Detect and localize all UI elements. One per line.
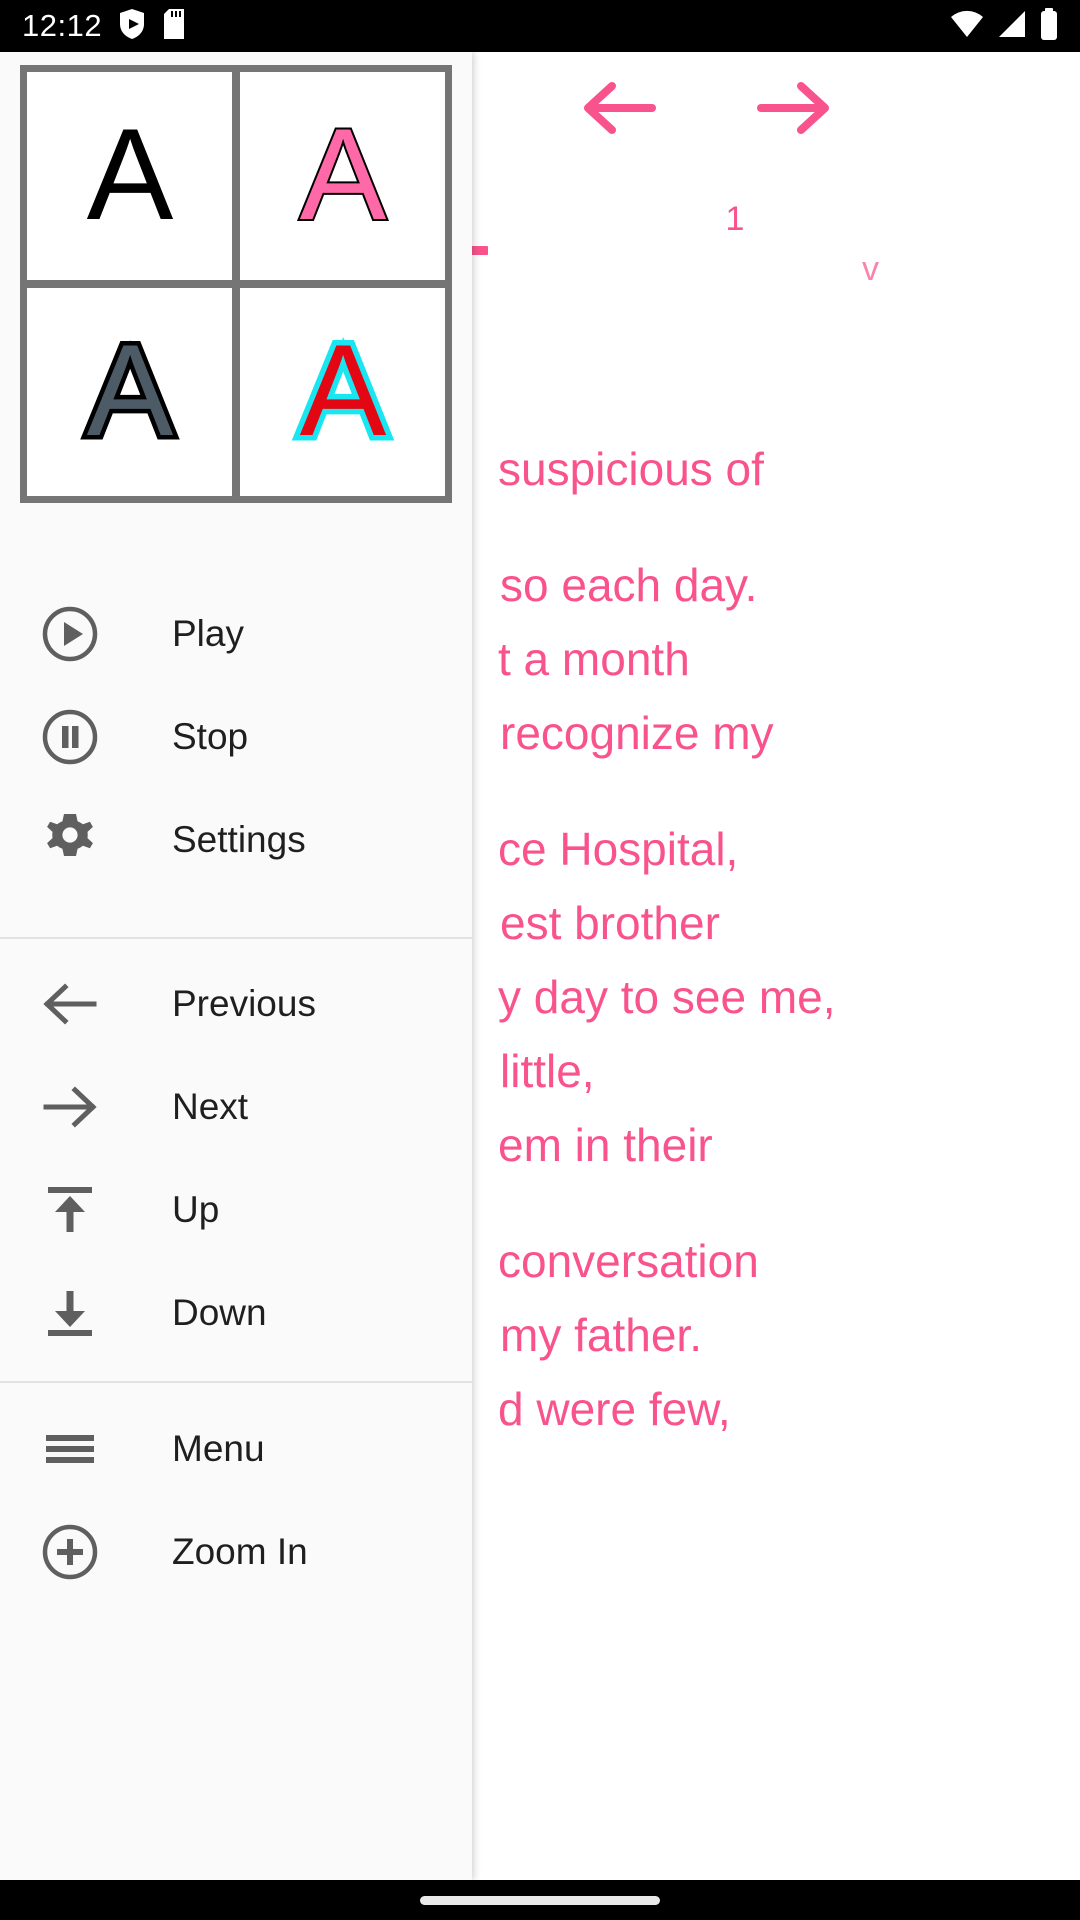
menu-item-label: Menu — [172, 1427, 265, 1469]
play-circle-icon — [38, 602, 102, 666]
reader-prev-page-button[interactable] — [580, 78, 658, 138]
arrow-down-to-bar-icon — [38, 1281, 102, 1345]
menu-item-stop[interactable]: Stop — [0, 685, 472, 788]
menu-item-label: Down — [172, 1291, 267, 1333]
menu-item-down[interactable]: Down — [0, 1261, 472, 1364]
menu-item-label: Zoom In — [172, 1530, 308, 1572]
menu-item-up[interactable]: Up — [0, 1158, 472, 1261]
wifi-icon — [950, 10, 984, 43]
pause-circle-icon — [38, 705, 102, 769]
arrow-up-to-bar-icon — [38, 1178, 102, 1242]
drawer-divider — [0, 937, 472, 939]
menu-item-settings[interactable]: Settings — [0, 788, 472, 891]
style-swatch-pink-outline[interactable]: A — [240, 72, 445, 280]
reader-page-number: 1 — [725, 200, 745, 238]
menu-item-label: Stop — [172, 715, 249, 757]
status-bar-right — [950, 7, 1058, 45]
arrow-left-icon — [38, 972, 102, 1036]
status-bar: 12:12 — [0, 0, 1080, 52]
menu-item-label: Next — [172, 1085, 249, 1127]
hamburger-menu-icon — [38, 1417, 102, 1481]
battery-icon — [1040, 7, 1058, 45]
menu-item-zoom-in[interactable]: Zoom In — [0, 1500, 472, 1603]
system-navigation-bar — [0, 1880, 1080, 1920]
style-swatch-red-cyan-outline[interactable]: A — [240, 288, 445, 496]
plus-circle-icon — [38, 1520, 102, 1584]
gear-icon — [38, 808, 102, 872]
side-drawer: A A A A Play Stop Settings Previous Next… — [0, 52, 472, 1880]
menu-item-label: Up — [172, 1188, 220, 1230]
sd-card-icon — [162, 8, 186, 45]
status-bar-clock: 12:12 — [22, 8, 103, 43]
menu-item-play[interactable]: Play — [0, 582, 472, 685]
play-protect-shield-icon — [118, 8, 146, 45]
home-gesture-pill[interactable] — [420, 1895, 660, 1905]
cellular-signal-icon — [997, 10, 1027, 43]
menu-item-next[interactable]: Next — [0, 1055, 472, 1158]
menu-item-label: Previous — [172, 982, 316, 1024]
style-swatch-default[interactable]: A — [27, 72, 232, 280]
svg-text:A: A — [86, 101, 173, 247]
arrow-right-icon — [38, 1075, 102, 1139]
drawer-divider — [0, 1381, 472, 1383]
reader-next-page-button[interactable] — [755, 78, 833, 138]
drawer-tools-group: Menu Zoom In — [0, 1397, 472, 1603]
menu-item-label: Play — [172, 612, 244, 654]
menu-item-previous[interactable]: Previous — [0, 952, 472, 1055]
svg-text:A: A — [86, 317, 173, 463]
menu-item-label: Settings — [172, 818, 306, 860]
status-bar-left: 12:12 — [22, 8, 186, 45]
style-swatch-slate-outline[interactable]: A — [27, 288, 232, 496]
svg-text:A: A — [299, 101, 386, 247]
reader-side-glyph: v — [862, 250, 879, 288]
text-style-grid: A A A A — [20, 65, 452, 503]
menu-item-menu[interactable]: Menu — [0, 1397, 472, 1500]
drawer-playback-group: Play Stop Settings — [0, 582, 472, 891]
svg-text:A: A — [299, 317, 386, 463]
drawer-navigation-group: Previous Next Up Down — [0, 952, 472, 1364]
